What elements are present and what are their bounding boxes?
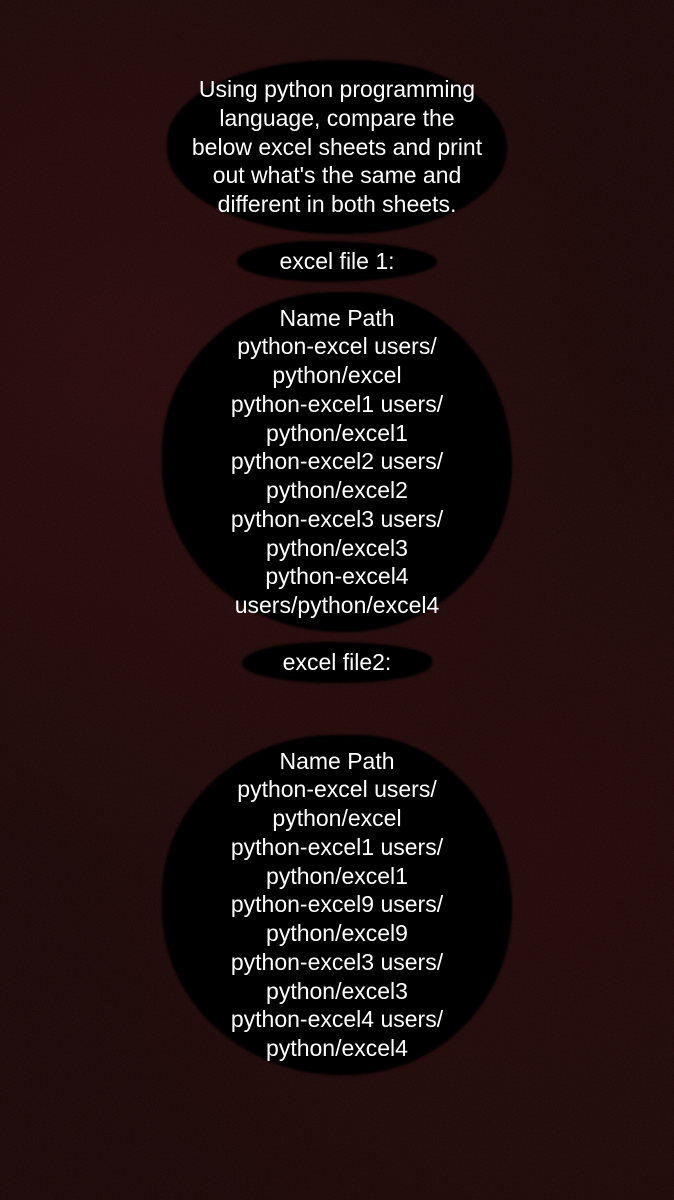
file1-row: python/excel2 (187, 476, 487, 505)
file2-label-text: excel file2: (283, 649, 392, 675)
file1-row: users/python/excel4 (187, 591, 487, 620)
intro-text: Using python programming language, compa… (187, 75, 487, 219)
file2-row: python-excel users/ (187, 775, 487, 804)
file2-row: python-excel9 users/ (187, 890, 487, 919)
file1-row: python-excel4 (187, 562, 487, 591)
file2-row: python/excel (187, 804, 487, 833)
intro-content: Using python programming language, compa… (192, 76, 482, 217)
file2-row: python/excel4 (187, 1034, 487, 1063)
file2-row: python/excel1 (187, 862, 487, 891)
file2-row: python/excel9 (187, 919, 487, 948)
file1-row: python/excel1 (187, 419, 487, 448)
file1-row: python-excel users/ (187, 332, 487, 361)
file2-data: Name Path python-excel users/ python/exc… (187, 747, 487, 1063)
file2-header: Name Path (187, 747, 487, 776)
file1-row: python-excel1 users/ (187, 390, 487, 419)
file1-header: Name Path (187, 304, 487, 333)
file2-row: python-excel3 users/ (187, 948, 487, 977)
file1-row: python-excel3 users/ (187, 505, 487, 534)
file1-label-text: excel file 1: (279, 248, 394, 274)
file1-row: python/excel (187, 361, 487, 390)
file1-row: python-excel2 users/ (187, 447, 487, 476)
file2-row: python-excel1 users/ (187, 833, 487, 862)
file2-label: excel file2: (187, 648, 487, 677)
file1-label: excel file 1: (187, 247, 487, 276)
file1-row: python/excel3 (187, 534, 487, 563)
file1-data: Name Path python-excel users/ python/exc… (187, 304, 487, 620)
file2-row: python-excel4 users/ (187, 1005, 487, 1034)
file2-row: python/excel3 (187, 977, 487, 1006)
